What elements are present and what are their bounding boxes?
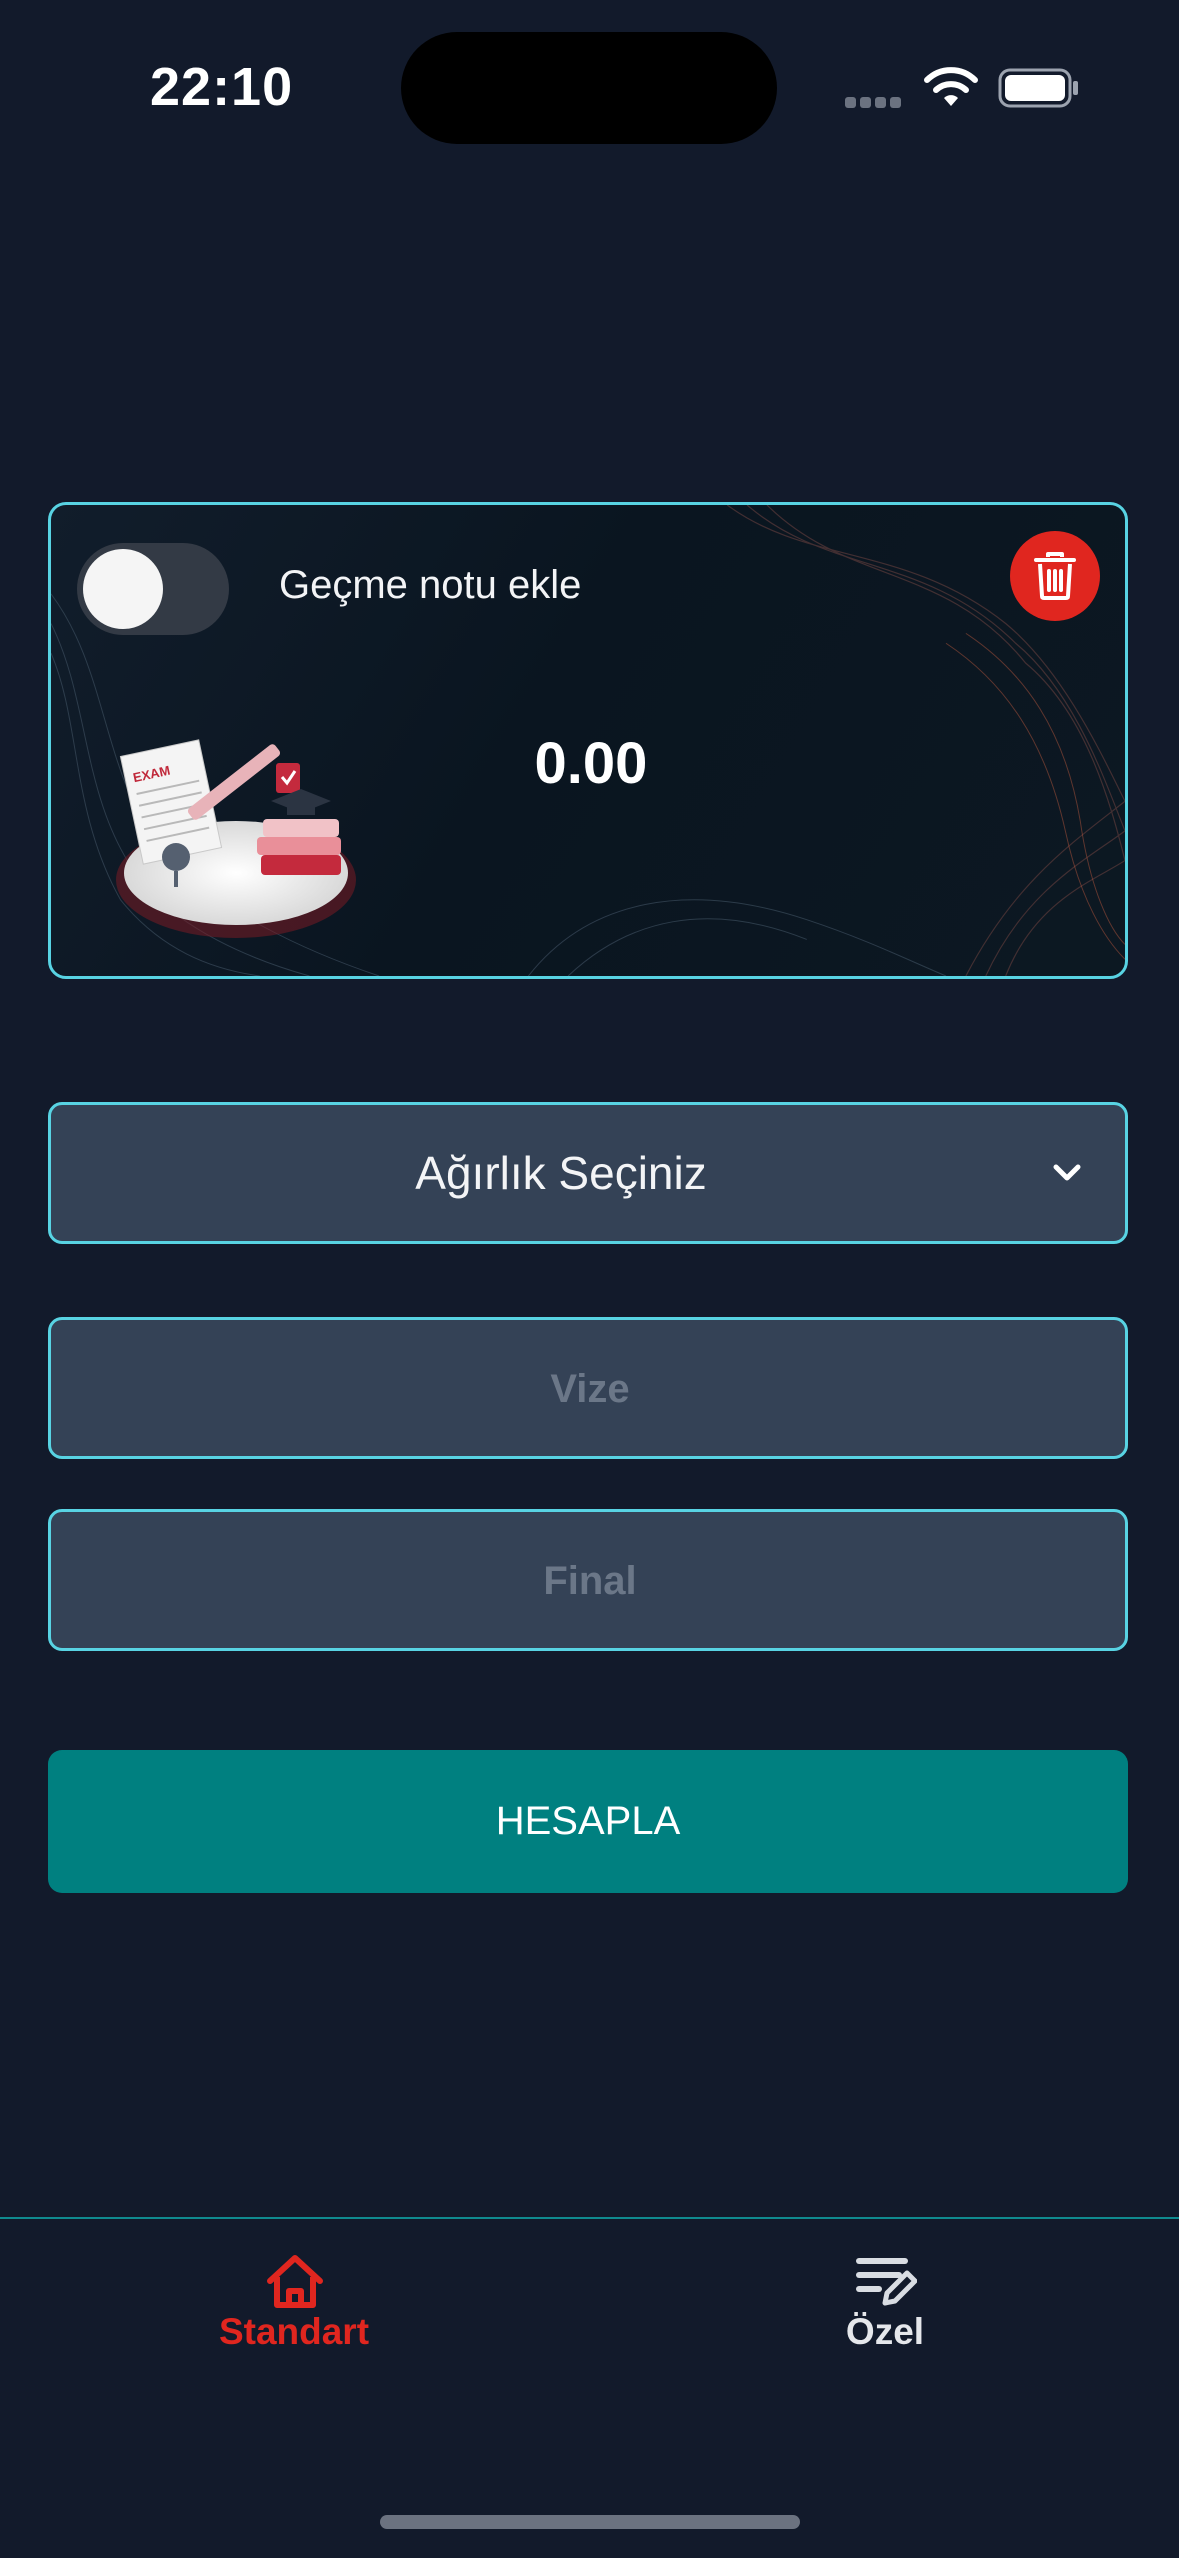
battery-icon xyxy=(998,68,1078,108)
home-indicator xyxy=(380,2515,800,2529)
toggle-knob xyxy=(83,549,163,629)
tab-bar: Standart Özel xyxy=(0,2217,1179,2558)
calculate-button[interactable]: HESAPLA xyxy=(48,1750,1128,1893)
vize-input[interactable] xyxy=(51,1320,1129,1458)
status-bar: 22:10 xyxy=(0,0,1179,180)
home-icon xyxy=(267,2255,323,2308)
cellular-signal-icon xyxy=(845,95,905,108)
exam-illustration: EXAM xyxy=(116,739,356,938)
weight-select[interactable]: Ağırlık Seçiniz xyxy=(48,1102,1128,1244)
final-input[interactable] xyxy=(51,1512,1129,1650)
status-time: 22:10 xyxy=(150,57,294,117)
delete-button[interactable] xyxy=(1010,531,1100,621)
passing-grade-toggle[interactable] xyxy=(77,543,229,635)
chevron-down-icon xyxy=(1053,1164,1081,1181)
tab-standart[interactable]: Standart xyxy=(144,2219,444,2369)
final-field[interactable] xyxy=(48,1509,1129,1651)
tab-ozel[interactable]: Özel xyxy=(735,2219,1035,2369)
tab-standart-label: Standart xyxy=(218,2311,370,2352)
passing-grade-label: Geçme notu ekle xyxy=(279,563,582,607)
vize-field[interactable] xyxy=(48,1317,1129,1459)
wifi-icon xyxy=(924,67,978,106)
edit-list-icon xyxy=(856,2258,917,2306)
trash-icon xyxy=(1034,552,1076,600)
weight-select-value: Ağırlık Seçiniz xyxy=(415,1147,707,1199)
result-card: Geçme notu ekle 0.00 EXAM xyxy=(48,502,1128,979)
dynamic-island xyxy=(401,32,777,144)
tab-ozel-label: Özel xyxy=(845,2311,925,2352)
